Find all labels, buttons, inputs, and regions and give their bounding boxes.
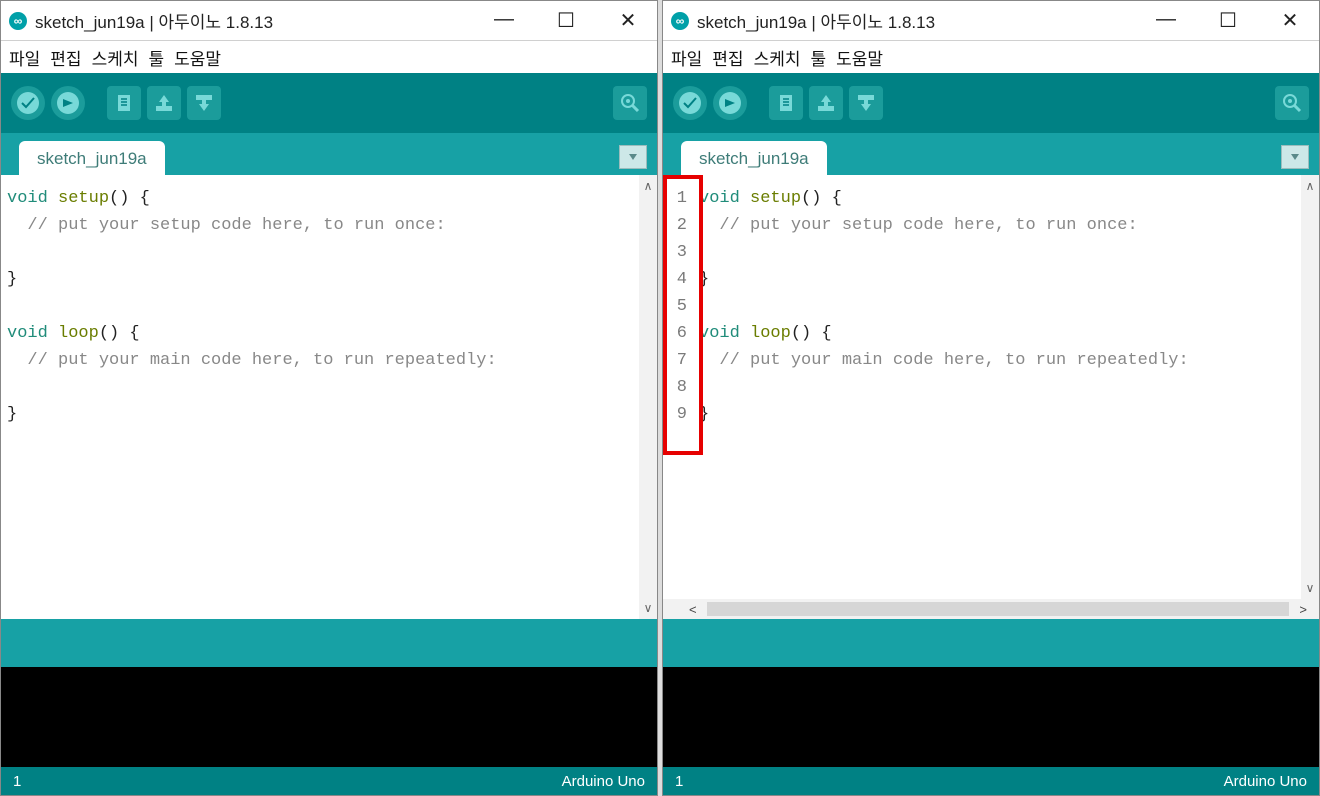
status-strip bbox=[663, 619, 1319, 667]
status-strip bbox=[1, 619, 657, 667]
menu-item-2[interactable]: 스케치 bbox=[754, 45, 801, 70]
save-button[interactable] bbox=[187, 86, 221, 120]
save-button[interactable] bbox=[849, 86, 883, 120]
minimize-button[interactable]: — bbox=[493, 8, 515, 33]
tab-menu-dropdown[interactable] bbox=[1281, 145, 1309, 169]
scroll-down-icon[interactable]: ∨ bbox=[1306, 581, 1315, 595]
toolbar bbox=[1, 73, 657, 133]
upload-button[interactable] bbox=[713, 86, 747, 120]
menu-item-2[interactable]: 스케치 bbox=[92, 45, 139, 70]
console-output bbox=[663, 667, 1319, 767]
maximize-button[interactable]: ☐ bbox=[1217, 8, 1239, 33]
tab-row: sketch_jun19a bbox=[663, 133, 1319, 175]
line-number: 4 bbox=[677, 266, 687, 293]
open-button[interactable] bbox=[809, 86, 843, 120]
line-number: 2 bbox=[677, 212, 687, 239]
maximize-button[interactable]: ☐ bbox=[555, 8, 577, 33]
minimize-button[interactable]: — bbox=[1155, 8, 1177, 33]
status-bar: 1 Arduino Uno bbox=[1, 767, 657, 795]
tab-sketch[interactable]: sketch_jun19a bbox=[681, 141, 827, 175]
verify-button[interactable] bbox=[11, 86, 45, 120]
window-right: sketch_jun19a | 아두이노 1.8.13 — ☐ ✕ 파일 편집 스케… bbox=[662, 0, 1320, 796]
tab-row: sketch_jun19a bbox=[1, 133, 657, 175]
status-board-name: Arduino Uno bbox=[562, 773, 645, 790]
menu-item-3[interactable]: 툴 bbox=[810, 45, 826, 70]
status-bar: 1 Arduino Uno bbox=[663, 767, 1319, 795]
menu-bar: 파일 편집 스케치 툴 도움말 bbox=[663, 41, 1319, 73]
arduino-icon bbox=[671, 12, 689, 30]
scroll-left-icon[interactable]: < bbox=[683, 602, 703, 617]
console-output bbox=[1, 667, 657, 767]
toolbar bbox=[663, 73, 1319, 133]
scroll-right-icon[interactable]: > bbox=[1293, 602, 1313, 617]
arduino-icon bbox=[9, 12, 27, 30]
line-number: 5 bbox=[677, 293, 687, 320]
menu-item-1[interactable]: 편집 bbox=[712, 45, 743, 70]
code-area[interactable]: void setup() { // put your setup code he… bbox=[1, 175, 639, 619]
scroll-up-icon[interactable]: ∧ bbox=[644, 179, 653, 193]
upload-button[interactable] bbox=[51, 86, 85, 120]
code-editor[interactable]: void setup() { // put your setup code he… bbox=[1, 175, 657, 619]
serial-monitor-button[interactable] bbox=[613, 86, 647, 120]
line-number-gutter: 123456789 bbox=[663, 175, 693, 599]
close-button[interactable]: ✕ bbox=[617, 8, 639, 33]
tab-sketch[interactable]: sketch_jun19a bbox=[19, 141, 165, 175]
line-number: 7 bbox=[677, 347, 687, 374]
verify-button[interactable] bbox=[673, 86, 707, 120]
scroll-down-icon[interactable]: ∨ bbox=[644, 601, 653, 615]
vertical-scrollbar[interactable]: ∧ ∨ bbox=[639, 175, 657, 619]
scroll-up-icon[interactable]: ∧ bbox=[1306, 179, 1315, 193]
hscroll-track[interactable] bbox=[707, 602, 1290, 616]
line-number: 9 bbox=[677, 401, 687, 428]
menu-bar: 파일 편집 스케치 툴 도움말 bbox=[1, 41, 657, 73]
title-bar: sketch_jun19a | 아두이노 1.8.13 — ☐ ✕ bbox=[663, 1, 1319, 41]
window-left: sketch_jun19a | 아두이노 1.8.13 — ☐ ✕ 파일 편집 스케… bbox=[0, 0, 658, 796]
line-number: 3 bbox=[677, 239, 687, 266]
horizontal-scrollbar[interactable]: < > bbox=[663, 599, 1319, 619]
menu-item-0[interactable]: 파일 bbox=[9, 45, 40, 70]
status-line-number: 1 bbox=[13, 773, 21, 790]
menu-item-0[interactable]: 파일 bbox=[671, 45, 702, 70]
tab-menu-dropdown[interactable] bbox=[619, 145, 647, 169]
line-number: 6 bbox=[677, 320, 687, 347]
new-button[interactable] bbox=[107, 86, 141, 120]
line-number: 1 bbox=[677, 185, 687, 212]
vertical-scrollbar[interactable]: ∧ ∨ bbox=[1301, 175, 1319, 599]
title-bar: sketch_jun19a | 아두이노 1.8.13 — ☐ ✕ bbox=[1, 1, 657, 41]
window-title: sketch_jun19a | 아두이노 1.8.13 bbox=[697, 8, 935, 33]
code-area[interactable]: void setup() { // put your setup code he… bbox=[693, 175, 1301, 599]
new-button[interactable] bbox=[769, 86, 803, 120]
menu-item-4[interactable]: 도움말 bbox=[174, 45, 221, 70]
code-editor[interactable]: 123456789 void setup() { // put your set… bbox=[663, 175, 1319, 599]
window-controls: — ☐ ✕ bbox=[1155, 8, 1311, 33]
window-title: sketch_jun19a | 아두이노 1.8.13 bbox=[35, 8, 273, 33]
menu-item-4[interactable]: 도움말 bbox=[836, 45, 883, 70]
line-number: 8 bbox=[677, 374, 687, 401]
window-controls: — ☐ ✕ bbox=[493, 8, 649, 33]
status-line-number: 1 bbox=[675, 773, 683, 790]
menu-item-1[interactable]: 편집 bbox=[50, 45, 81, 70]
menu-item-3[interactable]: 툴 bbox=[148, 45, 164, 70]
status-board-name: Arduino Uno bbox=[1224, 773, 1307, 790]
close-button[interactable]: ✕ bbox=[1279, 8, 1301, 33]
open-button[interactable] bbox=[147, 86, 181, 120]
serial-monitor-button[interactable] bbox=[1275, 86, 1309, 120]
